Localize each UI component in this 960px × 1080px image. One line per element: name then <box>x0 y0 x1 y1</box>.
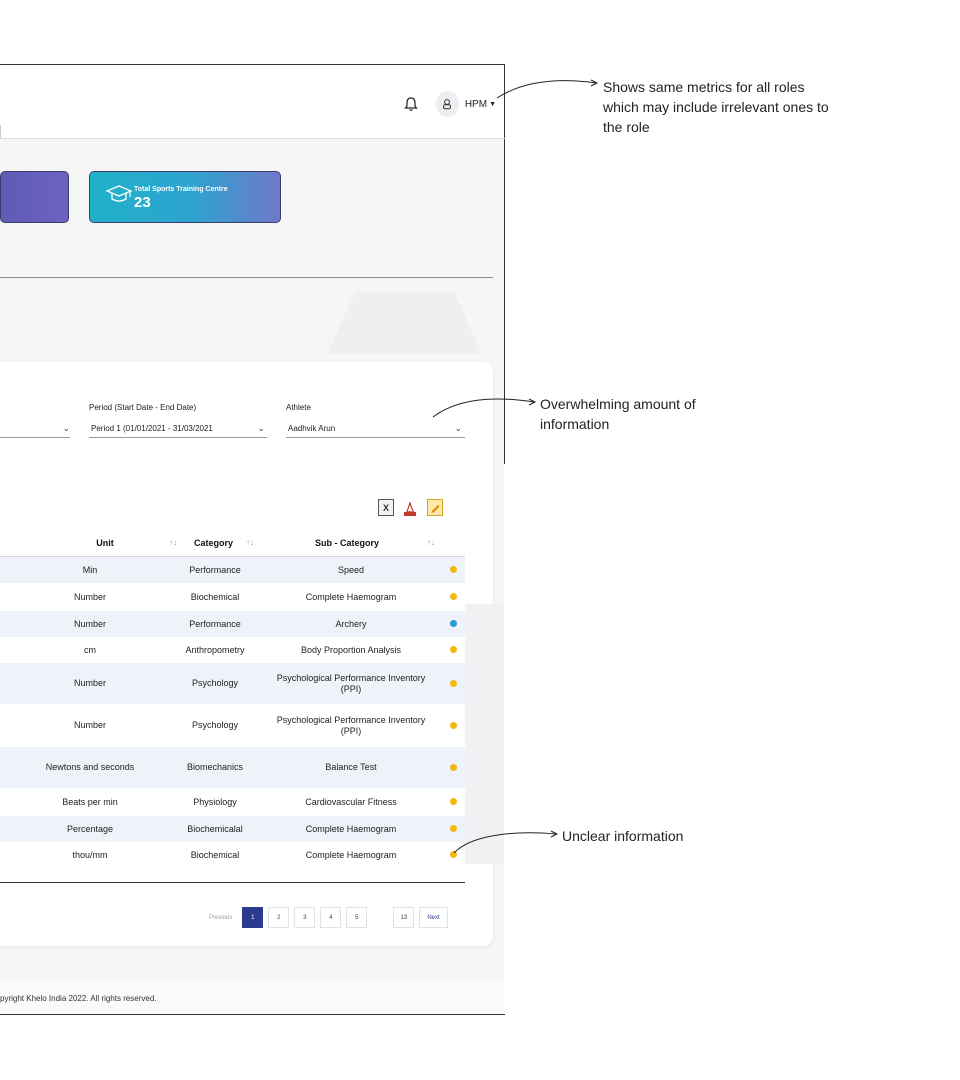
annotation-roles-note: Shows same metrics for all roles which m… <box>603 79 829 135</box>
annotation-arrows <box>432 79 599 854</box>
annotation-information-note: Overwhelming amount of information <box>540 396 696 432</box>
annotation-unclear-note: Unclear information <box>562 828 684 844</box>
